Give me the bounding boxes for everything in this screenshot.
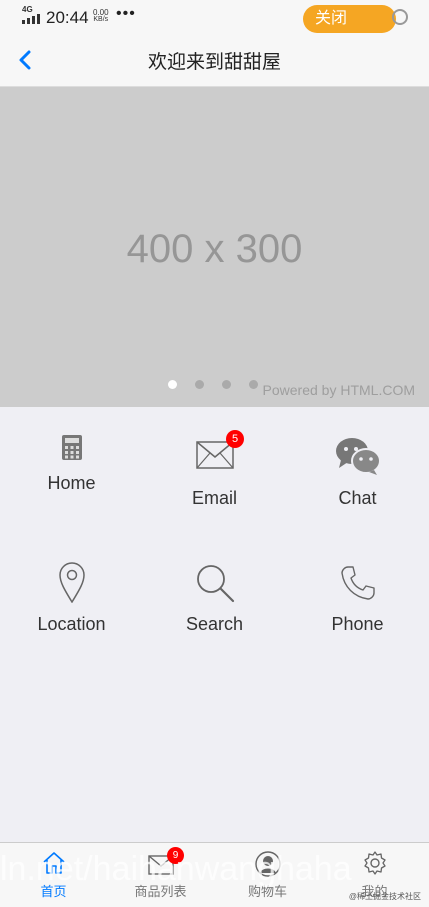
map-pin-icon	[58, 562, 85, 603]
slider-dot[interactable]	[249, 380, 258, 389]
network-indicator: 4G	[22, 6, 40, 26]
watermark-text: ln.net/haihanwanghaha	[0, 850, 352, 888]
chat-bubbles-icon	[335, 438, 381, 475]
feature-grid: Home 5 Email Chat Location Search Phone	[0, 407, 429, 842]
speed-value: 0.00	[93, 8, 109, 17]
close-button[interactable]: 关闭	[303, 5, 396, 33]
page-title: 欢迎来到甜甜屋	[147, 52, 281, 73]
grid-item-chat[interactable]: Chat	[286, 407, 429, 547]
speed-unit: KB/s	[93, 16, 109, 23]
grid-item-phone[interactable]: Phone	[286, 547, 429, 687]
slider-dot[interactable]	[195, 380, 204, 389]
nav-bar: 欢迎来到甜甜屋	[0, 34, 429, 87]
watermark-small-text: @稀土掘金技术社区	[348, 892, 421, 901]
grid-item-email[interactable]: 5 Email	[143, 407, 286, 547]
magnifier-icon	[196, 565, 234, 603]
phone-icon	[340, 566, 375, 600]
slider-dot[interactable]	[168, 380, 177, 389]
grid-item-search[interactable]: Search	[143, 547, 286, 687]
capsule-circle-icon[interactable]	[392, 9, 408, 25]
network-label: 4G	[22, 5, 33, 14]
banner-placeholder-text: 400 x 300	[126, 227, 303, 271]
banner-slider[interactable]: 400 x 300 Powered by HTML.COM	[0, 87, 429, 407]
grid-item-label: Location	[37, 614, 106, 634]
email-badge: 5	[226, 430, 244, 448]
grid-item-label: Search	[185, 614, 244, 634]
grid-item-label: Home	[47, 473, 96, 493]
powered-by-watermark: Powered by HTML.COM	[262, 382, 415, 398]
signal-icon	[22, 14, 40, 24]
network-speed: 0.00 KB/s	[93, 8, 109, 24]
status-time: 20:44	[46, 8, 89, 27]
grid-item-location[interactable]: Location	[0, 547, 143, 687]
calculator-icon	[61, 435, 82, 460]
status-bar: 4G 20:44 0.00 KB/s ••• 关闭	[0, 0, 429, 34]
grid-item-label: Phone	[331, 614, 384, 634]
grid-item-label: Chat	[338, 488, 377, 508]
status-more: •••	[116, 5, 136, 22]
slider-dot[interactable]	[222, 380, 231, 389]
grid-item-home[interactable]: Home	[0, 407, 143, 547]
grid-item-label: Email	[191, 488, 237, 508]
